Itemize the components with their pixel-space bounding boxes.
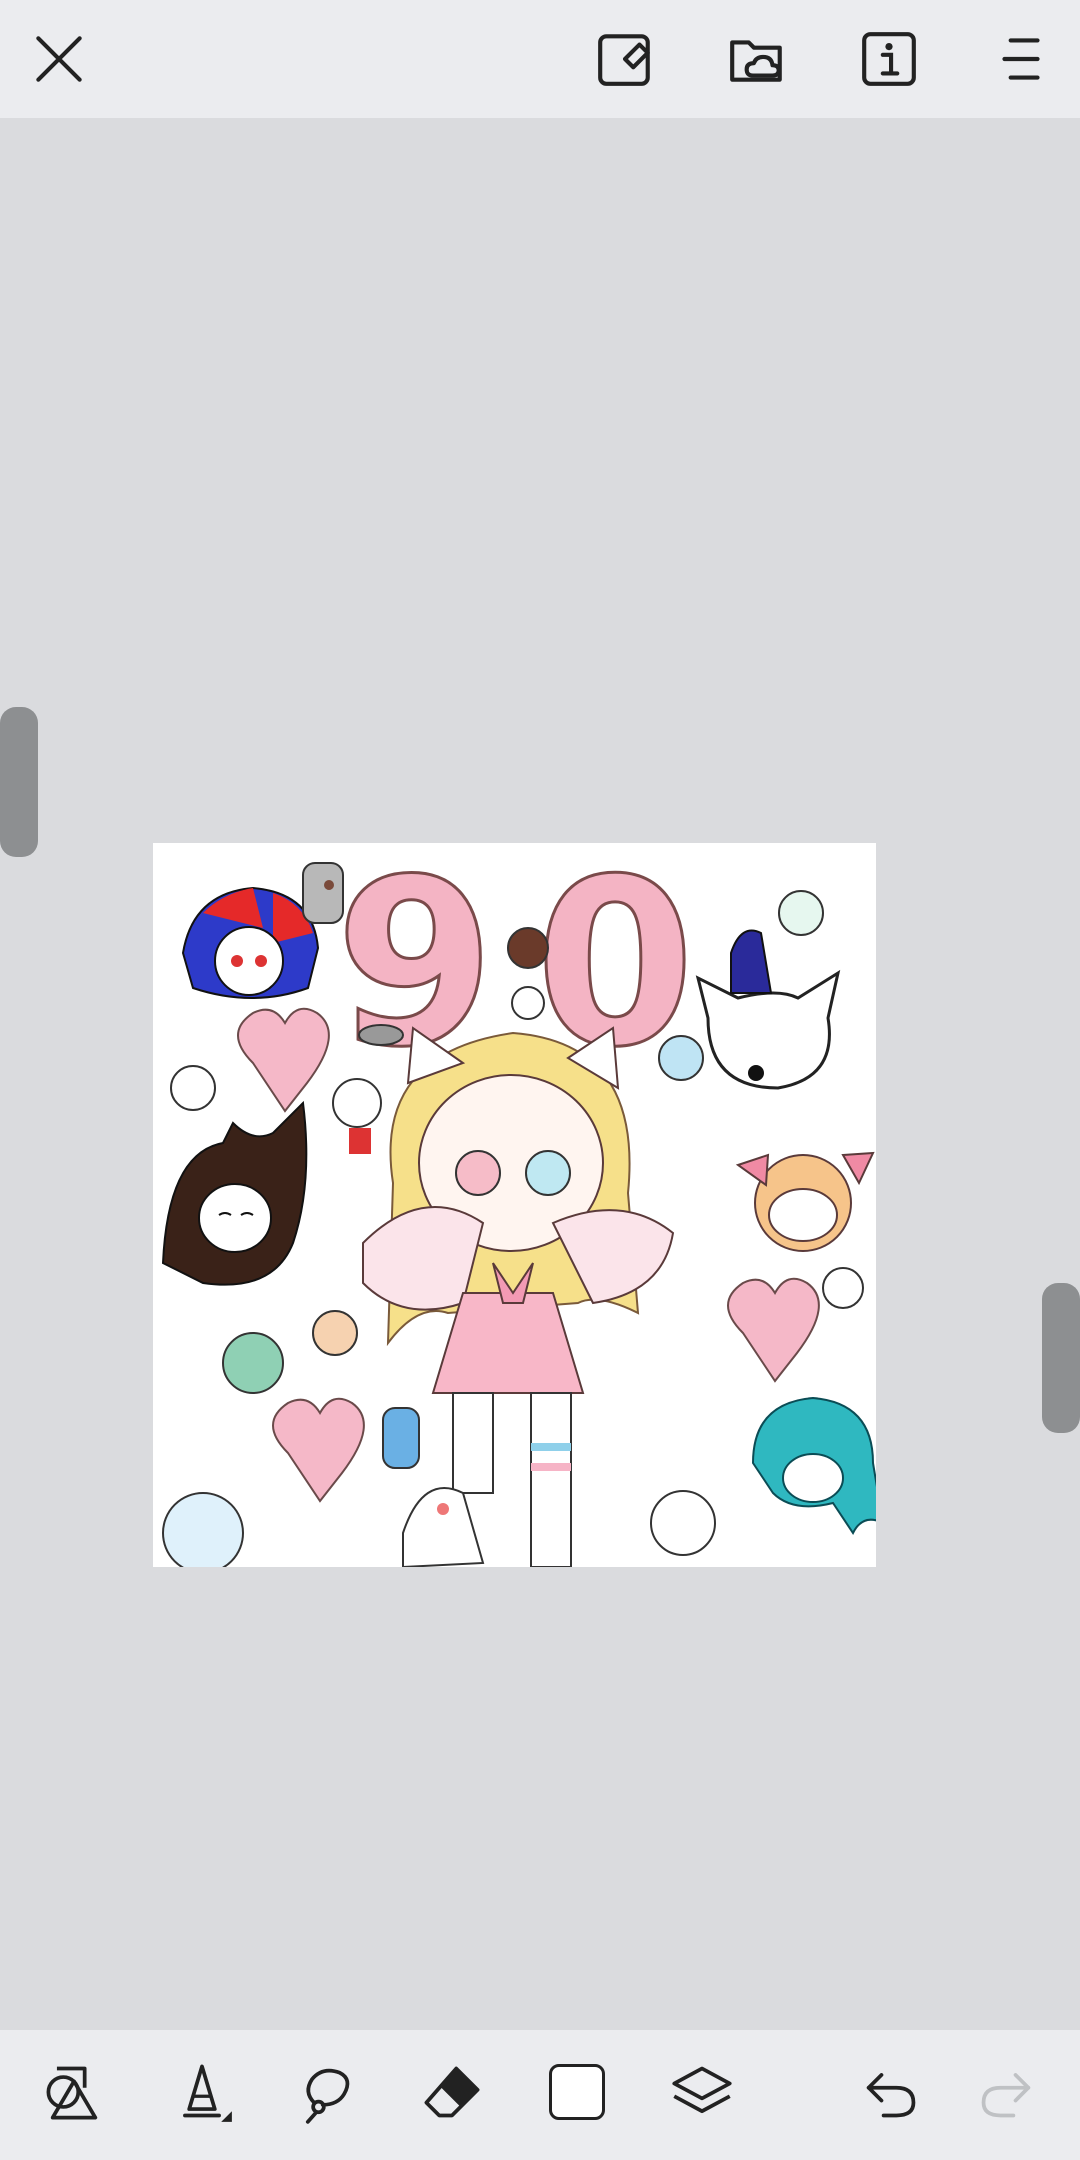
brush-icon [183, 2064, 232, 2122]
undo-icon [866, 2073, 916, 2118]
canvas-export-button[interactable] [590, 24, 660, 94]
shapes-icon [46, 2066, 98, 2120]
drawing-canvas[interactable]: 90 [153, 843, 876, 1567]
eraser-icon [424, 2066, 480, 2118]
gray-cat-doodle [302, 862, 344, 924]
heart-doodle [272, 1397, 365, 1503]
layers-icon [672, 2066, 732, 2114]
brush-size-slider-handle[interactable] [0, 707, 38, 857]
artwork: 90 [161, 843, 876, 1567]
lasso-icon [305, 2068, 350, 2124]
bottom-toolbar [0, 2030, 1080, 2160]
redo-icon [981, 2073, 1031, 2118]
cloud-folder-button[interactable] [722, 24, 792, 94]
current-color-swatch [549, 2064, 605, 2120]
info-button[interactable] [854, 24, 924, 94]
menu-button[interactable] [986, 24, 1056, 94]
cloud-folder-icon [730, 40, 782, 82]
close-icon [36, 36, 82, 82]
heart-doodle [727, 1277, 820, 1383]
black-cat-girl-doodle [161, 1100, 308, 1286]
canvas-export-icon [598, 34, 650, 86]
layers-button[interactable] [660, 2050, 744, 2134]
undo-button[interactable] [848, 2050, 932, 2134]
teal-girl-doodle [751, 1396, 876, 1535]
menu-icon [1002, 38, 1040, 80]
blonde-catgirl-doodle [362, 1026, 675, 1567]
color-picker-button[interactable] [535, 2050, 619, 2134]
heart-doodle [237, 1007, 330, 1113]
close-button[interactable] [24, 24, 94, 94]
info-icon [862, 32, 916, 86]
brush-tool-button[interactable] [160, 2050, 244, 2134]
shapes-tool-button[interactable] [32, 2050, 116, 2134]
bow-girl-doodle [735, 1151, 875, 1252]
top-toolbar [0, 0, 1080, 118]
eraser-tool-button[interactable] [410, 2050, 494, 2134]
brush-opacity-slider-handle[interactable] [1042, 1283, 1080, 1433]
lasso-tool-button[interactable] [285, 2050, 369, 2134]
redo-button[interactable] [965, 2050, 1049, 2134]
jester-doodle [181, 886, 320, 999]
